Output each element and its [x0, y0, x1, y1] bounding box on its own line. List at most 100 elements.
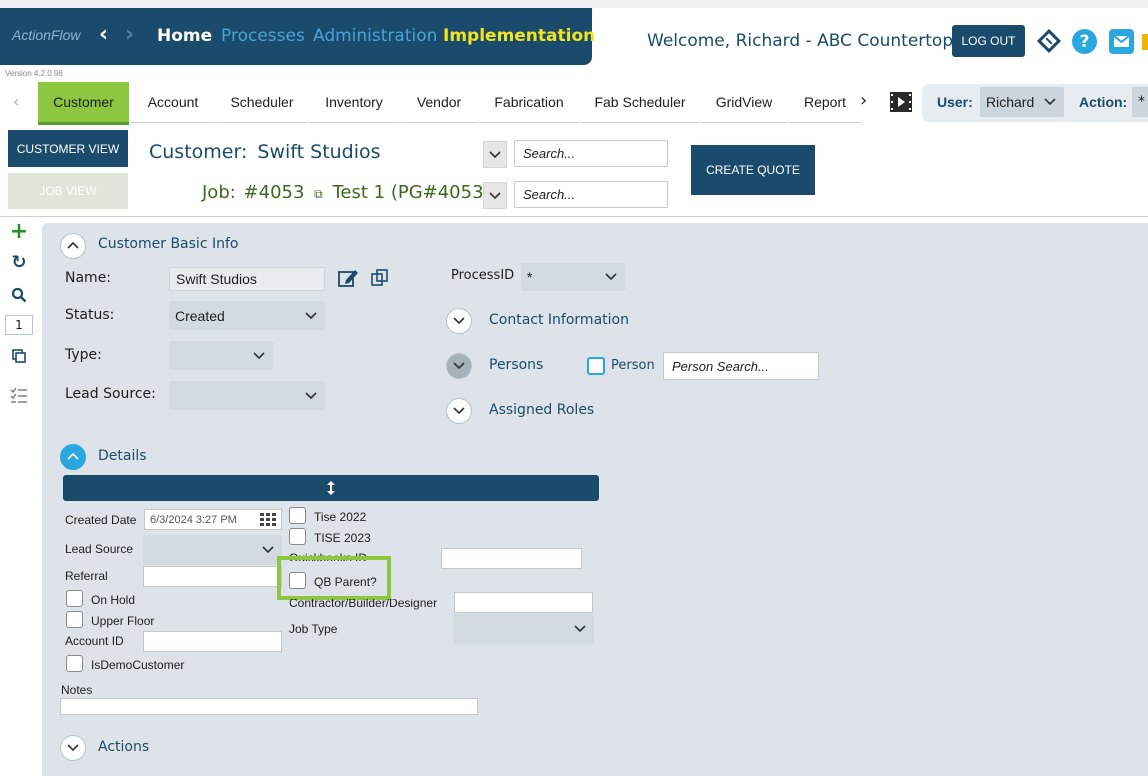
customer-view-button[interactable]: CUSTOMER VIEW	[8, 130, 128, 167]
status-label: Status:	[65, 307, 115, 323]
person-checkbox-label: Person	[611, 358, 655, 373]
create-quote-button[interactable]: CREATE QUOTE	[691, 145, 815, 195]
referral-input[interactable]	[143, 566, 282, 587]
tabs-scroll-right-icon[interactable]: ›	[860, 90, 867, 111]
mail-icon[interactable]	[1109, 29, 1134, 54]
customer-name[interactable]: Swift Studios	[257, 141, 380, 163]
customer-search-dropdown[interactable]	[483, 141, 507, 168]
job-number[interactable]: #4053	[244, 182, 305, 203]
person-search-input[interactable]: Person Search...	[663, 352, 819, 380]
calendar-icon[interactable]	[260, 512, 276, 526]
is-demo-customer-label: IsDemoCustomer	[91, 658, 185, 672]
copy-icon[interactable]: ⧉	[314, 187, 323, 201]
nav-processes[interactable]: Processes	[221, 26, 305, 46]
nav-home[interactable]: Home	[157, 26, 212, 46]
duplicate-icon[interactable]	[8, 345, 30, 367]
refresh-icon[interactable]: ↻	[8, 251, 30, 273]
contractor-input[interactable]	[454, 592, 593, 613]
expand-contact-info-button[interactable]	[446, 308, 472, 334]
qb-parent-highlight	[277, 556, 391, 600]
details-title: Details	[98, 448, 147, 464]
chevron-down-icon	[305, 311, 317, 319]
notification-icon[interactable]	[1142, 34, 1148, 50]
job-view-button[interactable]: JOB VIEW	[8, 173, 128, 209]
add-icon[interactable]: +	[8, 219, 30, 244]
details-lead-source-select[interactable]	[143, 535, 282, 565]
is-demo-customer-checkbox[interactable]	[66, 655, 83, 672]
process-id-select[interactable]: *	[521, 263, 625, 291]
edit-icon[interactable]	[337, 267, 359, 289]
upper-floor-checkbox[interactable]	[66, 611, 83, 628]
welcome-text: Welcome, Richard - ABC Countertops	[647, 31, 962, 51]
collapse-details-button[interactable]	[60, 444, 86, 470]
basic-info-title: Customer Basic Info	[98, 236, 239, 252]
nav-administration[interactable]: Administration	[313, 26, 437, 46]
video-icon[interactable]	[890, 92, 912, 112]
page-number-box[interactable]: 1	[5, 315, 33, 335]
help-icon[interactable]: ?	[1072, 29, 1097, 54]
tab-scheduler[interactable]: Scheduler	[217, 82, 307, 123]
expand-actions-button[interactable]	[60, 735, 86, 761]
person-checkbox[interactable]	[587, 357, 605, 375]
tab-vendor[interactable]: Vendor	[401, 82, 477, 123]
forward-arrow-icon[interactable]: ›	[125, 22, 134, 47]
type-select[interactable]	[169, 341, 273, 370]
window-title-strip	[0, 0, 1148, 8]
logout-button[interactable]: LOG OUT	[952, 25, 1025, 57]
search-icon[interactable]	[8, 284, 30, 306]
details-lead-source-label: Lead Source	[65, 542, 134, 556]
type-label: Type:	[65, 347, 102, 363]
lead-source-label: Lead Source:	[65, 386, 156, 402]
details-resize-handle[interactable]	[63, 475, 599, 501]
chevron-down-icon	[67, 744, 79, 752]
name-field[interactable]: Swift Studios	[169, 267, 325, 291]
tise-2023-checkbox[interactable]	[289, 528, 306, 545]
tab-account[interactable]: Account	[131, 82, 215, 123]
job-prefix: Job:	[202, 182, 236, 203]
nav-implementation[interactable]: Implementation	[443, 26, 595, 46]
header-divider	[0, 216, 1148, 217]
actions-title[interactable]: Actions	[98, 739, 149, 755]
contact-info-title[interactable]: Contact Information	[489, 312, 629, 328]
assigned-roles-title[interactable]: Assigned Roles	[489, 402, 594, 418]
job-type-select[interactable]	[453, 614, 594, 644]
job-search-input[interactable]: Search...	[514, 181, 668, 208]
copy-name-icon[interactable]	[370, 268, 390, 288]
job-type-label: Job Type	[289, 622, 338, 636]
tise-2022-checkbox[interactable]	[289, 507, 306, 524]
tab-customer[interactable]: Customer	[38, 82, 129, 125]
tab-inventory[interactable]: Inventory	[309, 82, 399, 123]
tab-fabrication[interactable]: Fabrication	[479, 82, 579, 123]
notes-input[interactable]	[60, 698, 478, 715]
action-select[interactable]: *	[1132, 87, 1148, 117]
referral-label: Referral	[65, 569, 108, 583]
lead-source-select[interactable]	[169, 381, 325, 410]
ticket-icon[interactable]	[1036, 28, 1062, 54]
quickbooks-id-input[interactable]	[441, 548, 582, 569]
account-id-input[interactable]	[143, 631, 282, 652]
on-hold-checkbox[interactable]	[66, 590, 83, 607]
action-select-value: *	[1138, 94, 1145, 110]
created-date-label: Created Date	[65, 513, 137, 527]
user-select[interactable]: Richard	[980, 87, 1064, 117]
status-select[interactable]: Created	[169, 301, 325, 330]
tab-fab-scheduler[interactable]: Fab Scheduler	[581, 82, 699, 123]
customer-search-input[interactable]: Search...	[514, 140, 668, 167]
expand-assigned-roles-button[interactable]	[446, 398, 472, 424]
checklist-icon[interactable]	[8, 385, 30, 407]
expand-persons-button[interactable]	[446, 353, 472, 379]
collapse-basic-info-button[interactable]	[60, 233, 86, 259]
account-id-label: Account ID	[65, 634, 124, 648]
tise-2022-label: Tise 2022	[314, 510, 367, 524]
tabs-scroll-left-icon[interactable]: ‹	[13, 92, 19, 111]
job-name[interactable]: Test 1 (PG#4053)	[332, 182, 490, 203]
status-value: Created	[175, 307, 225, 324]
back-arrow-icon[interactable]: ‹	[99, 22, 108, 47]
chevron-down-icon	[453, 317, 465, 325]
job-title: Job: #4053 ⧉ Test 1 (PG#4053)	[202, 182, 491, 203]
resize-vertical-icon	[327, 481, 335, 495]
tab-report[interactable]: Report	[789, 82, 861, 123]
tab-gridview[interactable]: GridView	[701, 82, 787, 123]
persons-title[interactable]: Persons	[489, 357, 543, 373]
job-search-dropdown[interactable]	[483, 182, 507, 209]
